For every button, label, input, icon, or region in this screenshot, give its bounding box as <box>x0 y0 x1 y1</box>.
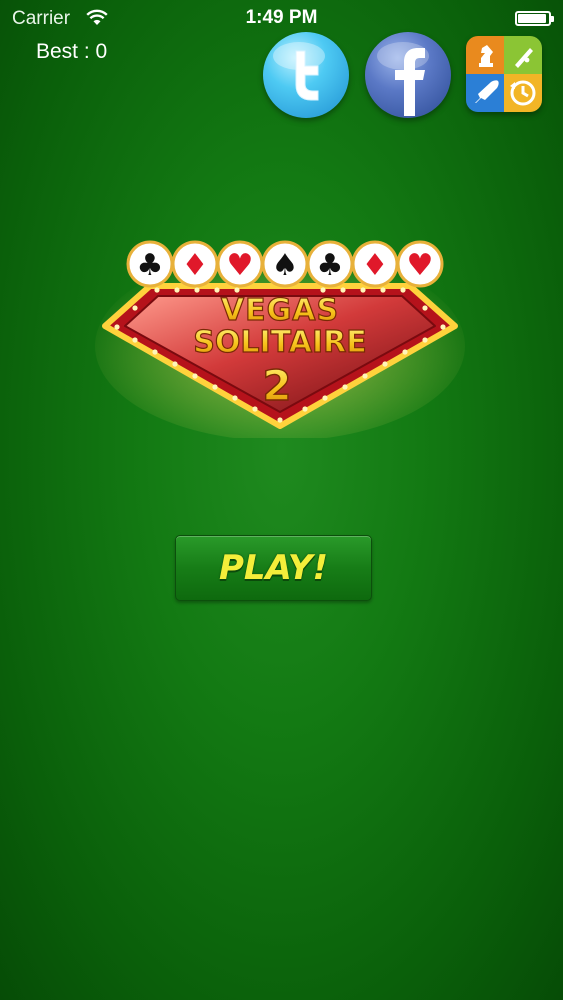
suit-heart-icon: ♥ <box>227 248 254 283</box>
suit-spade-icon: ♠ <box>272 248 299 283</box>
suit-diamond-icon: ♦ <box>362 248 389 283</box>
game-center-icon <box>466 36 542 112</box>
battery-icon <box>515 11 554 26</box>
battery-level <box>518 14 546 23</box>
facebook-f-icon <box>377 42 429 116</box>
logo-word-solitaire: SOLITAIRE <box>193 325 367 360</box>
logo-number: 2 <box>262 361 291 410</box>
facebook-button[interactable] <box>365 32 451 118</box>
suit-heart-icon: ♥ <box>407 248 434 283</box>
twitter-bird-icon <box>273 42 325 101</box>
play-button-label: PLAY! <box>218 548 329 588</box>
twitter-button[interactable] <box>263 32 349 118</box>
game-logo: ♣ ♦ ♥ ♠ ♣ ♦ ♥ VEGAS SOLITAIRE 2 <box>95 228 465 441</box>
best-score: Best : 0 <box>36 40 108 63</box>
suit-club-icon: ♣ <box>137 248 164 283</box>
game-center-button[interactable] <box>466 36 542 112</box>
play-button[interactable]: PLAY! <box>175 535 372 601</box>
vegas-sign-graphic: ♣ ♦ ♥ ♠ ♣ ♦ ♥ VEGAS SOLITAIRE 2 <box>95 240 465 441</box>
logo-word-vegas: VEGAS <box>221 293 339 328</box>
clock: 1:49 PM <box>245 7 318 28</box>
suit-diamond-icon: ♦ <box>182 248 209 283</box>
suit-club-icon: ♣ <box>317 248 344 283</box>
